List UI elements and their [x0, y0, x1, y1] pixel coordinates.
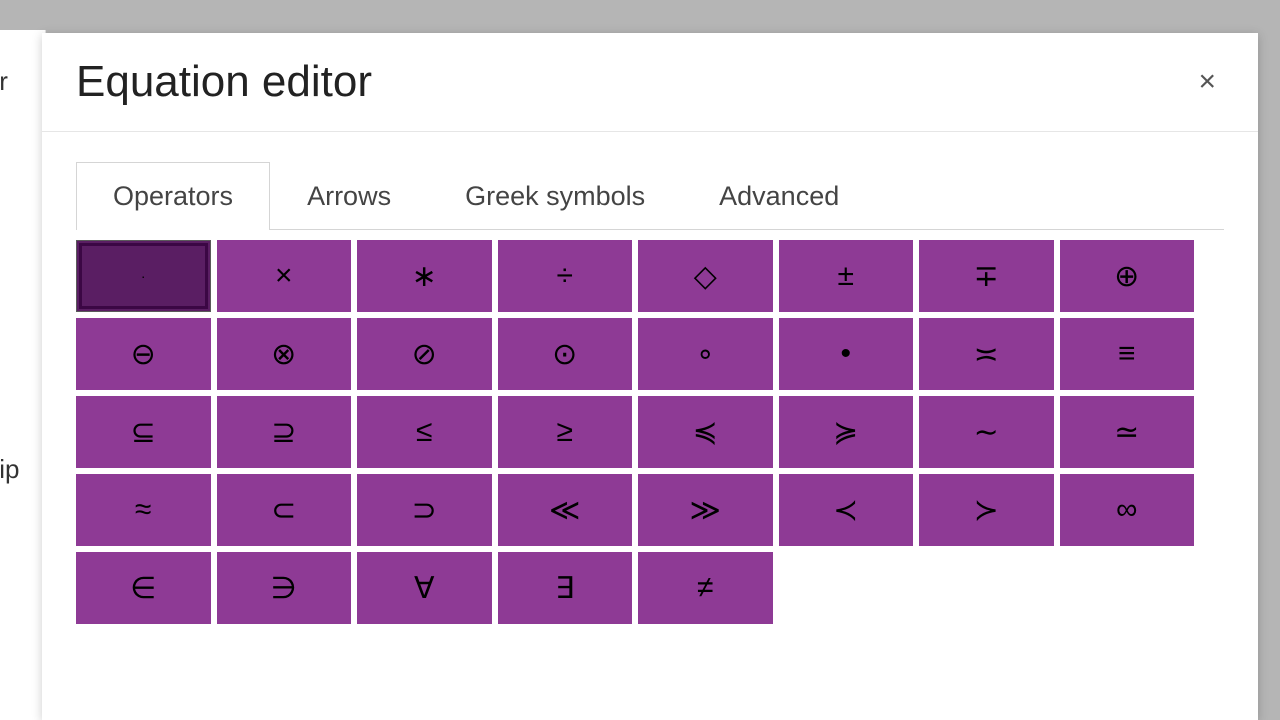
- symbol-approx[interactable]: ≈: [76, 474, 211, 546]
- symbol-in[interactable]: ∈: [76, 552, 211, 624]
- symbol-exists[interactable]: ∃: [498, 552, 633, 624]
- tab-greek-symbols[interactable]: Greek symbols: [428, 162, 682, 230]
- dialog-header: Equation editor ×: [42, 33, 1258, 132]
- symbol-supset[interactable]: ⊃: [357, 474, 492, 546]
- symbol-infty[interactable]: ∞: [1060, 474, 1195, 546]
- equation-editor-dialog: Equation editor × OperatorsArrowsGreek s…: [42, 33, 1258, 720]
- tab-operators[interactable]: Operators: [76, 162, 270, 230]
- symbol-geq[interactable]: ≥: [498, 396, 633, 468]
- symbol-minus-plus[interactable]: ∓: [919, 240, 1054, 312]
- symbol-succ[interactable]: ≻: [919, 474, 1054, 546]
- symbol-ll[interactable]: ≪: [498, 474, 633, 546]
- symbol-sim[interactable]: ∼: [919, 396, 1054, 468]
- symbol-succeq[interactable]: ≽: [779, 396, 914, 468]
- symbol-equiv[interactable]: ≡: [1060, 318, 1195, 390]
- symbol-oslash[interactable]: ⊘: [357, 318, 492, 390]
- symbol-odot[interactable]: ⊙: [498, 318, 633, 390]
- symbol-oplus[interactable]: ⊕: [1060, 240, 1195, 312]
- symbol-subset[interactable]: ⊂: [217, 474, 352, 546]
- tab-advanced[interactable]: Advanced: [682, 162, 876, 230]
- symbol-supseteq[interactable]: ⊇: [217, 396, 352, 468]
- symbol-leq[interactable]: ≤: [357, 396, 492, 468]
- symbol-ominus[interactable]: ⊖: [76, 318, 211, 390]
- dialog-title: Equation editor: [76, 57, 372, 107]
- symbol-simeq[interactable]: ≃: [1060, 396, 1195, 468]
- symbol-bullet[interactable]: •: [779, 318, 914, 390]
- symbol-plus-minus[interactable]: ±: [779, 240, 914, 312]
- symbol-preceq[interactable]: ≼: [638, 396, 773, 468]
- symbol-grid: ·×∗÷◇±∓⊕ ⊖⊗⊘⊙∘•≍≡ ⊆⊇≤≥≼≽∼≃ ≈⊂⊃≪≫≺≻∞ ∈∋∀∃≠: [76, 230, 1204, 624]
- symbol-divide[interactable]: ÷: [498, 240, 633, 312]
- background-text-2: :ip: [0, 454, 19, 485]
- symbol-subseteq[interactable]: ⊆: [76, 396, 211, 468]
- dialog-body: OperatorsArrowsGreek symbolsAdvanced ·×∗…: [42, 132, 1258, 624]
- symbol-otimes[interactable]: ⊗: [217, 318, 352, 390]
- tab-strip: OperatorsArrowsGreek symbolsAdvanced: [76, 162, 1224, 230]
- background-text-1: tr: [0, 66, 8, 97]
- symbol-asymp[interactable]: ≍: [919, 318, 1054, 390]
- symbol-diamond[interactable]: ◇: [638, 240, 773, 312]
- tab-arrows[interactable]: Arrows: [270, 162, 428, 230]
- close-button[interactable]: ×: [1190, 63, 1224, 101]
- symbol-gg[interactable]: ≫: [638, 474, 773, 546]
- symbol-asterisk[interactable]: ∗: [357, 240, 492, 312]
- symbol-forall[interactable]: ∀: [357, 552, 492, 624]
- symbol-times[interactable]: ×: [217, 240, 352, 312]
- symbol-prec[interactable]: ≺: [779, 474, 914, 546]
- symbol-ni[interactable]: ∋: [217, 552, 352, 624]
- symbol-cdot[interactable]: ·: [76, 240, 211, 312]
- symbol-neq[interactable]: ≠: [638, 552, 773, 624]
- symbol-circ[interactable]: ∘: [638, 318, 773, 390]
- background-panel: tr :ip: [0, 30, 46, 720]
